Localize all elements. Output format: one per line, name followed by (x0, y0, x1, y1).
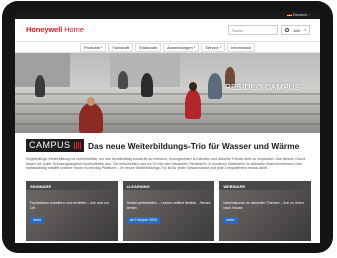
card-title: eLEARNING (126, 184, 150, 189)
hero-image: RESIDEO CAMPUS (15, 53, 320, 133)
nav-item-fachkraft[interactable]: Fachkraft (108, 42, 134, 52)
nav-label: Fachkraft (112, 44, 130, 50)
card-image (219, 190, 312, 241)
main-nav: Produkte ▾ Fachkraft Endkunde Anwendunge… (15, 41, 320, 53)
hero-caption: RESIDEO CAMPUS (225, 83, 301, 92)
card-elearning[interactable]: eLEARNING Selbst weiterbilden – Lernen z… (122, 181, 215, 241)
campus-logo: CAMPUS (26, 139, 84, 152)
search-icon[interactable] (285, 28, 289, 32)
chevron-down-icon: ▾ (219, 45, 222, 49)
hero-person (141, 73, 153, 97)
chevron-down-icon: ▾ (304, 28, 306, 32)
hero-person (118, 71, 128, 89)
site-header: Honeywell Home Suche Alle ▾ (15, 19, 320, 41)
card-title: WEBINARE (223, 184, 246, 189)
card-text: Fachwissen erweitern und vertiefen – liv… (30, 201, 109, 210)
card-image (122, 190, 215, 241)
intro-text: Regelmäßige Weiterbildung ist unverzicht… (26, 157, 306, 171)
nav-label: Service (205, 44, 219, 50)
tablet-frame: Deutsch ▾ Honeywell Home Suche Alle ▾ Pr… (2, 1, 333, 253)
offer-cards: SEMINARE Fachwissen erweitern und vertie… (26, 181, 312, 241)
card-image (26, 190, 118, 241)
brand-name: Honeywell (26, 25, 63, 34)
nav-label: Endkunde (139, 44, 158, 50)
hero-stair (15, 123, 320, 125)
language-selector[interactable]: Deutsch ▾ (286, 12, 310, 17)
campus-heading-row: CAMPUS Das neue Weiterbildungs-Trio für … (15, 137, 320, 154)
german-flag-icon (286, 13, 292, 16)
nav-item-service[interactable]: Service ▾ (201, 42, 226, 52)
search-input[interactable]: Suche (228, 25, 278, 35)
card-webinare[interactable]: WEBINARE Informationen zu aktuellen Them… (219, 181, 312, 241)
nav-item-anwendungen[interactable]: Anwendungen ▾ (163, 42, 200, 52)
nav-item-endkunde[interactable]: Endkunde (135, 42, 162, 52)
card-button[interactable]: mehr (223, 217, 238, 224)
hero-person (208, 73, 222, 99)
page-headline: Das neue Weiterbildungs-Trio für Wasser … (88, 141, 300, 151)
region-label: Alle (293, 27, 301, 33)
brand-suffix: Home (64, 25, 84, 34)
hero-stair (15, 93, 320, 95)
nav-label: Produkte (83, 44, 100, 50)
hero-person (79, 103, 103, 133)
campus-logo-text: CAMPUS (29, 140, 71, 150)
utility-bar: Deutsch ▾ (15, 11, 320, 19)
card-button[interactable]: ab Frühjahr 2020 (126, 217, 161, 224)
campus-stripes-icon (74, 142, 81, 149)
search-placeholder: Suche (232, 28, 244, 33)
chevron-down-icon: ▾ (308, 12, 310, 17)
chevron-down-icon: ▾ (100, 45, 103, 49)
hero-head (87, 97, 95, 106)
card-text: Selbst weiterbilden – Lernen zeitlich fl… (126, 201, 211, 210)
hero-stair (15, 103, 320, 105)
language-label: Deutsch (292, 12, 308, 17)
chevron-down-icon: ▾ (193, 45, 196, 49)
region-select[interactable]: Alle ▾ (281, 25, 310, 35)
nav-item-produkte[interactable]: Produkte ▾ (79, 42, 107, 52)
hero-person (35, 75, 45, 97)
nav-label: Anwendungen (167, 44, 193, 50)
browser-screen: Deutsch ▾ Honeywell Home Suche Alle ▾ Pr… (15, 11, 320, 243)
nav-item-information[interactable]: Information (227, 42, 256, 52)
nav-label: Information (231, 44, 252, 50)
brand-logo[interactable]: Honeywell Home (26, 25, 84, 34)
hero-head (189, 82, 197, 91)
card-button[interactable]: mehr (30, 217, 45, 224)
hero-person (185, 89, 201, 119)
card-title: SEMINARE (30, 184, 52, 189)
card-seminare[interactable]: SEMINARE Fachwissen erweitern und vertie… (26, 181, 118, 241)
hero-stair (15, 113, 320, 115)
card-text: Informationen zu aktuellen Themen – live… (223, 201, 304, 210)
